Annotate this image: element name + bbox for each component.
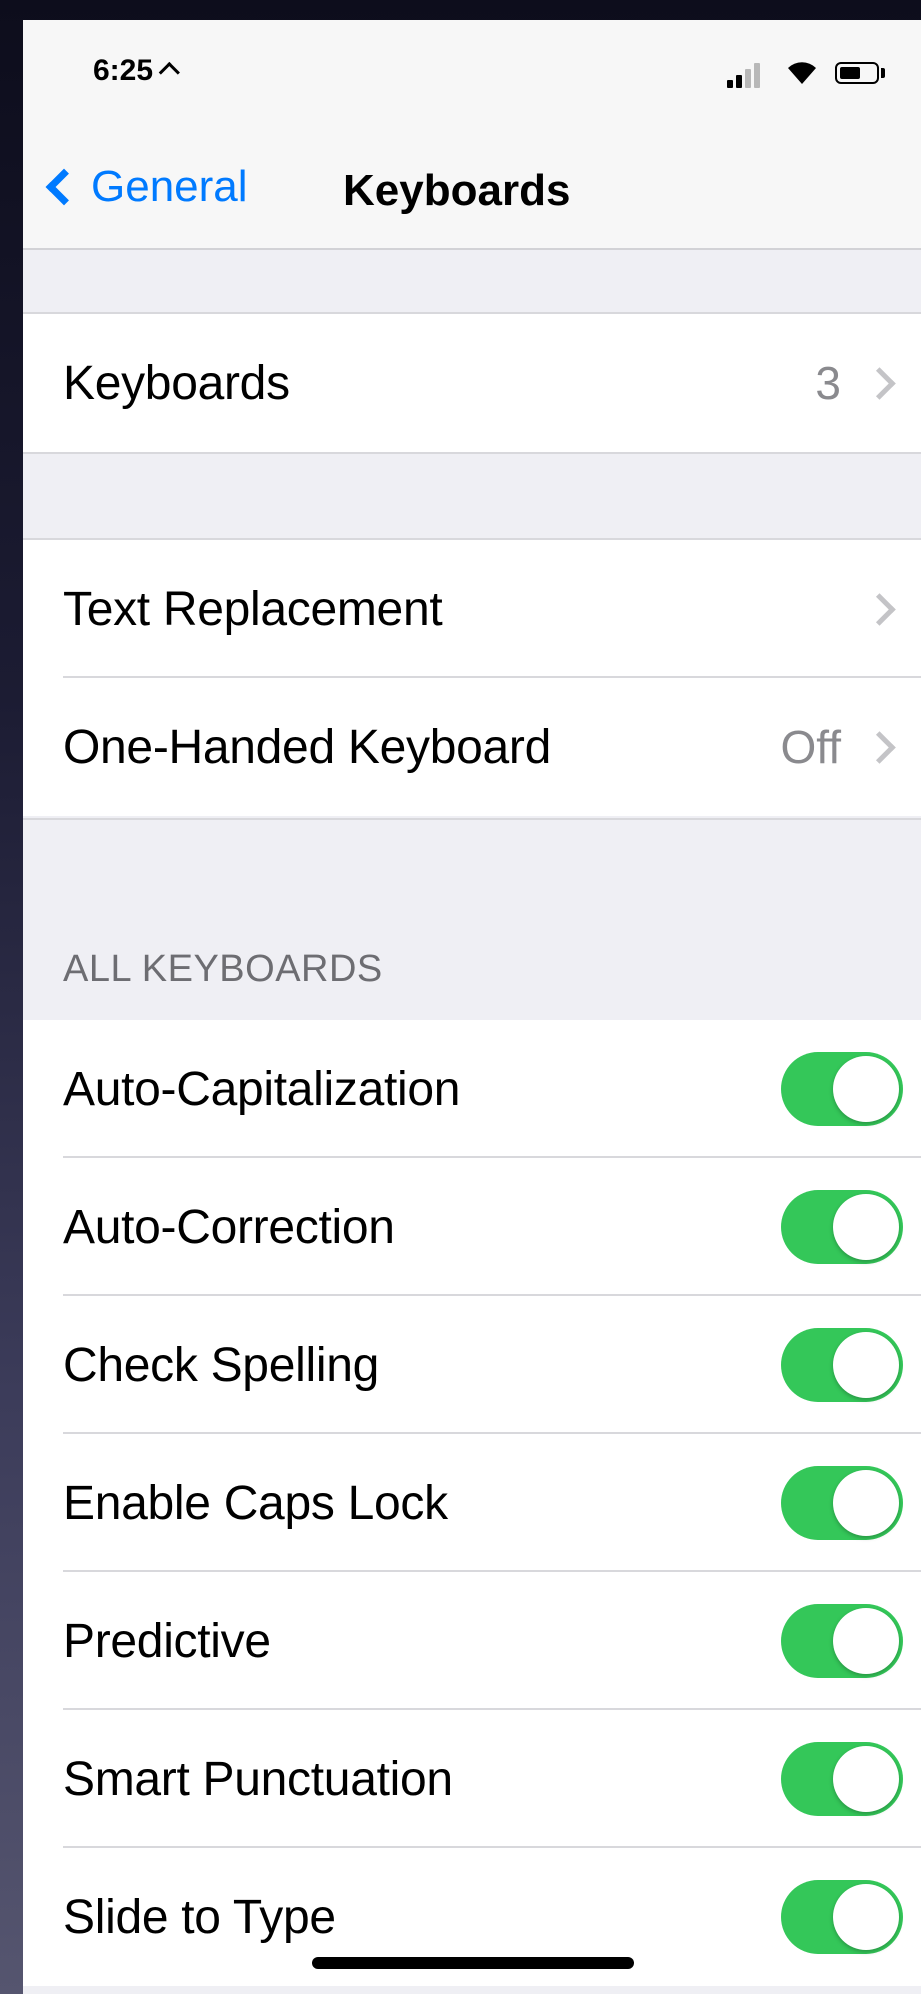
slide-to-type-switch[interactable] [781, 1880, 903, 1954]
chevron-right-icon [863, 730, 896, 764]
status-bar: 6:25 [23, 20, 921, 130]
keyboards-row[interactable]: Keyboards 3 [23, 314, 921, 452]
toggle-row-check-spelling: Check Spelling [23, 1296, 921, 1434]
predictive-switch[interactable] [781, 1604, 903, 1678]
divider [23, 452, 921, 454]
toggle-row-predictive: Predictive [23, 1572, 921, 1710]
one-handed-keyboard-row[interactable]: One-Handed Keyboard Off [23, 678, 921, 816]
enable-caps-lock-switch[interactable] [781, 1466, 903, 1540]
location-arrow-icon [158, 61, 180, 83]
status-time-text: 6:25 [93, 54, 154, 87]
auto-capitalization-switch[interactable] [781, 1052, 903, 1126]
toggle-row-auto-correction: Auto-Correction [23, 1158, 921, 1296]
section-header-all-keyboards: ALL KEYBOARDS [63, 948, 383, 990]
toggle-label: Auto-Correction [63, 1200, 395, 1254]
battery-cap [881, 68, 885, 78]
divider [23, 818, 921, 820]
keyboards-count: 3 [815, 357, 841, 409]
toggle-label: Auto-Capitalization [63, 1062, 461, 1116]
home-indicator[interactable] [312, 1957, 634, 1969]
smart-punctuation-switch[interactable] [781, 1742, 903, 1816]
keyboards-group: Keyboards 3 [23, 314, 921, 452]
keyboards-row-label: Keyboards [63, 356, 290, 410]
back-button[interactable]: General [41, 160, 248, 214]
toggle-row-enable-caps-lock: Enable Caps Lock [23, 1434, 921, 1572]
navigation-bar: General Keyboards [23, 130, 921, 250]
battery-icon [835, 62, 879, 84]
page-title: Keyboards [343, 166, 571, 215]
chevron-left-icon [45, 168, 83, 206]
toggle-label: Slide to Type [63, 1890, 336, 1944]
status-time: 6:25 [93, 54, 180, 88]
auto-correction-switch[interactable] [781, 1190, 903, 1264]
all-keyboards-group: Auto-Capitalization Auto-Correction Chec… [23, 1020, 921, 1986]
text-replacement-label: Text Replacement [63, 582, 443, 636]
toggle-label: Check Spelling [63, 1338, 379, 1392]
chevron-right-icon [863, 592, 896, 626]
check-spelling-switch[interactable] [781, 1328, 903, 1402]
one-handed-keyboard-value: Off [780, 721, 841, 773]
text-options-group: Text Replacement One-Handed Keyboard Off [23, 540, 921, 816]
text-replacement-row[interactable]: Text Replacement [23, 540, 921, 678]
one-handed-keyboard-label: One-Handed Keyboard [63, 720, 551, 774]
cellular-signal-icon [727, 62, 763, 88]
wifi-icon [788, 62, 816, 84]
back-button-label: General [91, 162, 248, 211]
chevron-right-icon [863, 366, 896, 400]
settings-screen: 6:25 General Keyboards Keyboards 3 Text … [23, 20, 921, 1994]
toggle-label: Enable Caps Lock [63, 1476, 448, 1530]
toggle-label: Smart Punctuation [63, 1752, 453, 1806]
toggle-label: Predictive [63, 1614, 271, 1668]
toggle-row-auto-capitalization: Auto-Capitalization [23, 1020, 921, 1158]
toggle-row-smart-punctuation: Smart Punctuation [23, 1710, 921, 1848]
